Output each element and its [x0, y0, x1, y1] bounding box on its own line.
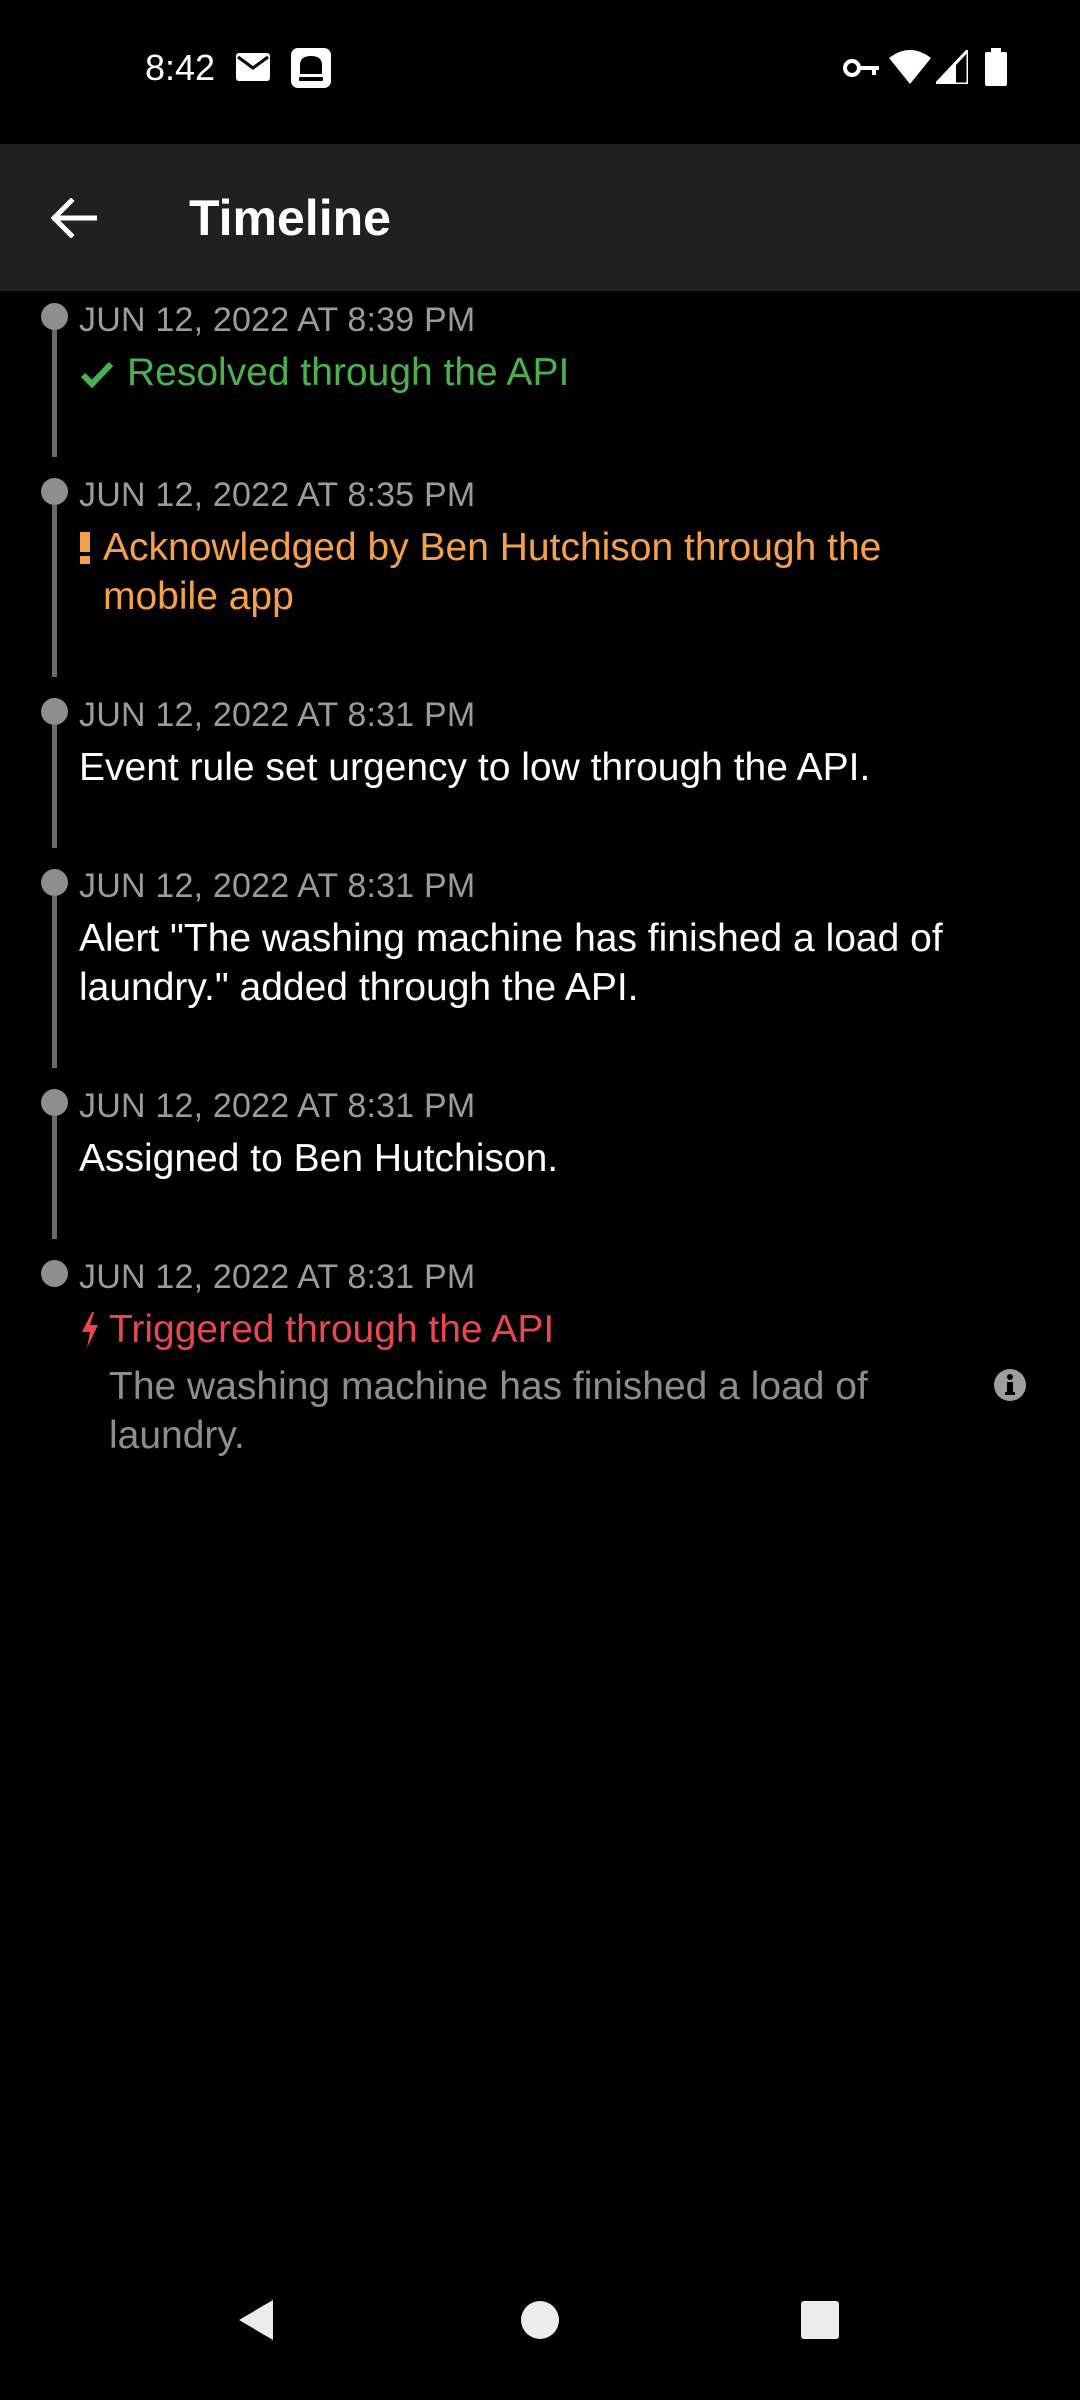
timeline-connector: [52, 896, 57, 1068]
timeline-dot: [41, 1089, 68, 1116]
info-icon[interactable]: [993, 1368, 1027, 1402]
entry-detail: The washing machine has finished a load …: [109, 1365, 868, 1457]
timeline-entry: JUN 12, 2022 AT 8:31 PM Alert "The washi…: [0, 857, 1080, 1077]
entry-date: JUN 12, 2022 AT 8:31 PM: [79, 1087, 476, 1125]
app-bar: Timeline: [0, 144, 1080, 291]
entry-text: Alert "The washing machine has finished …: [79, 917, 943, 1009]
notification-app-icon: [291, 48, 331, 88]
entry-date: JUN 12, 2022 AT 8:31 PM: [79, 867, 476, 905]
entry-date: JUN 12, 2022 AT 8:31 PM: [79, 696, 476, 734]
timeline-entry: JUN 12, 2022 AT 8:39 PM Resolved through…: [0, 291, 1080, 466]
nav-recents-button[interactable]: [780, 2280, 860, 2360]
back-button[interactable]: [30, 174, 118, 262]
bolt-icon: [82, 1312, 98, 1348]
battery-icon: [985, 48, 1007, 86]
entry-text: Resolved through the API: [127, 351, 570, 394]
entry-date: JUN 12, 2022 AT 8:31 PM: [79, 1258, 476, 1296]
status-time: 8:42: [145, 47, 216, 88]
timeline-connector: [52, 505, 57, 677]
timeline-dot: [41, 303, 68, 330]
nav-home-button[interactable]: [500, 2280, 580, 2360]
signal-icon: [936, 50, 968, 84]
nav-back-button[interactable]: [215, 2280, 295, 2360]
mail-icon: [236, 53, 270, 81]
timeline-entry: JUN 12, 2022 AT 8:31 PM Assigned to Ben …: [0, 1077, 1080, 1248]
timeline-dot: [41, 698, 68, 725]
entry-date: JUN 12, 2022 AT 8:39 PM: [79, 301, 476, 339]
timeline-dot: [41, 1260, 68, 1287]
wifi-icon: [889, 50, 931, 84]
timeline-dot: [41, 478, 68, 505]
entry-text: Acknowledged by Ben Hutchison through th…: [103, 526, 882, 618]
entry-date: JUN 12, 2022 AT 8:35 PM: [79, 476, 476, 514]
check-icon: [80, 361, 114, 388]
timeline-entry: JUN 12, 2022 AT 8:31 PM Triggered throug…: [0, 1248, 1080, 1478]
entry-text: Triggered through the API: [109, 1308, 555, 1351]
recents-square-icon: [801, 2301, 839, 2339]
status-bar: 8:42: [0, 0, 1080, 144]
timeline-connector: [52, 725, 57, 848]
timeline-connector: [52, 330, 57, 457]
entry-text: Event rule set urgency to low through th…: [79, 746, 871, 789]
page-title: Timeline: [189, 190, 391, 246]
vpn-key-icon: [843, 59, 879, 77]
timeline-entry: JUN 12, 2022 AT 8:35 PM Acknowledged by …: [0, 466, 1080, 686]
timeline-dot: [41, 869, 68, 896]
timeline-connector: [52, 1116, 57, 1239]
arrow-back-icon: [51, 198, 97, 238]
timeline-entry: JUN 12, 2022 AT 8:31 PM Event rule set u…: [0, 686, 1080, 857]
home-circle-icon: [521, 2301, 559, 2339]
system-nav-bar: [0, 2256, 1080, 2400]
entry-text: Assigned to Ben Hutchison.: [79, 1137, 559, 1180]
back-triangle-icon: [239, 2300, 273, 2340]
exclamation-icon: [80, 532, 90, 564]
